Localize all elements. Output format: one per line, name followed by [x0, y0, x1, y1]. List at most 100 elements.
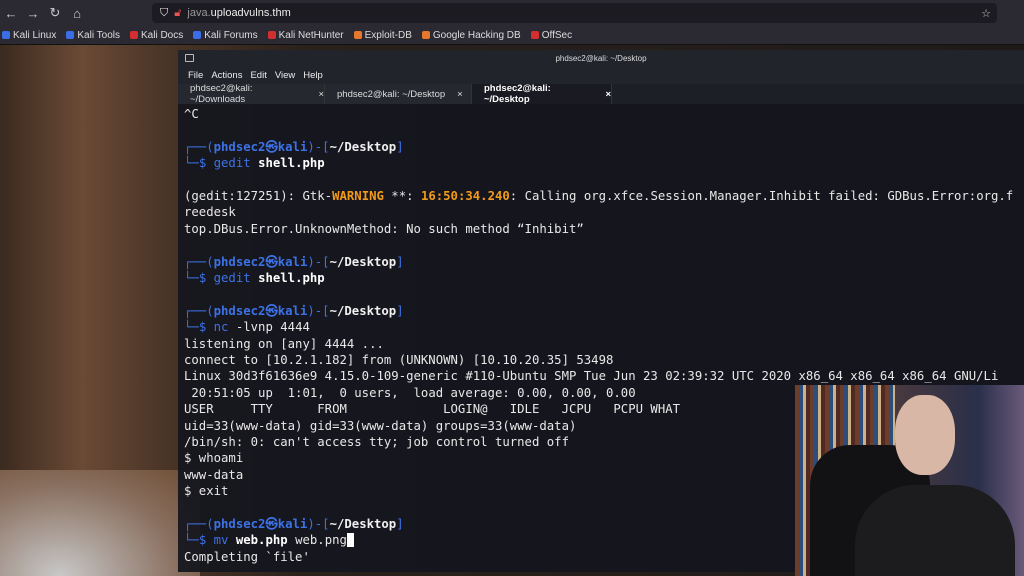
- terminal-text: (gedit:127251): Gtk-: [184, 189, 333, 203]
- terminal-text: gedit: [213, 156, 251, 171]
- terminal-text: $: [198, 156, 214, 171]
- terminal-tab[interactable]: phdsec2@kali: ~/Desktop ×: [472, 83, 612, 105]
- terminal-text: ┌──(: [184, 517, 214, 532]
- terminal-line: └─$ gedit shell.php: [184, 270, 1020, 286]
- back-icon[interactable]: ←: [0, 6, 22, 21]
- bookmark-label: Kali Linux: [13, 29, 57, 41]
- bookmark-label: Google Hacking DB: [432, 29, 521, 41]
- tab-label: phdsec2@kali: ~/Desktop: [484, 83, 551, 105]
- browser-toolbar: ← → ↻ ⌂ ⛉ 🔓︎ java.uploadvulns.thm ☆: [0, 0, 1024, 26]
- terminal-text: top.DBus.Error.UnknownMethod: No such me…: [184, 221, 584, 236]
- terminal-text: $: [198, 271, 214, 286]
- window-title: phdsec2@kali: ~/Desktop: [555, 53, 647, 63]
- terminal-text: Linux 30d3f61636e9 4.15.0-109-generic #1…: [184, 369, 999, 384]
- menu-actions[interactable]: Actions: [211, 70, 242, 81]
- terminal-text: -lvnp 4444: [228, 320, 310, 335]
- terminal-text: uid=33(www-data) gid=33(www-data) groups…: [184, 418, 577, 433]
- bookmark-star-icon[interactable]: ☆: [981, 7, 991, 20]
- url-prefix: java.: [187, 7, 211, 19]
- bookmark-item[interactable]: Kali Forums: [193, 29, 258, 41]
- address-bar[interactable]: ⛉ 🔓︎ java.uploadvulns.thm ☆: [152, 3, 997, 23]
- bookmark-label: Kali Docs: [140, 29, 184, 41]
- terminal-tab[interactable]: phdsec2@kali: ~/Desktop ×: [325, 84, 472, 104]
- terminal-line: Linux 30d3f61636e9 4.15.0-109-generic #1…: [184, 368, 1020, 384]
- terminal-text: USER TTY FROM LOGIN@ IDLE JCPU PCPU WHAT: [184, 402, 681, 417]
- terminal-text: )-[: [307, 139, 330, 154]
- menu-file[interactable]: File: [188, 70, 203, 81]
- bookmark-label: Exploit-DB: [364, 29, 412, 41]
- bookmark-favicon-icon: [129, 31, 138, 39]
- terminal-text: shell.php: [258, 156, 325, 171]
- terminal-text: )-[: [307, 254, 330, 269]
- terminal-text: 20:51:05 up 1:01, 0 users, load average:…: [184, 385, 636, 400]
- terminal-text: web.png: [287, 533, 347, 548]
- terminal-text: ~/Desktop: [329, 303, 397, 318]
- terminal-text: shell.php: [258, 271, 325, 286]
- menu-help[interactable]: Help: [303, 70, 323, 81]
- tab-bar: phdsec2@kali: ~/Downloads × phdsec2@kali: …: [178, 83, 1024, 105]
- reload-icon[interactable]: ↻: [44, 5, 66, 21]
- bookmark-favicon-icon: [421, 31, 430, 39]
- menu-view[interactable]: View: [275, 70, 295, 81]
- terminal-line: connect to [10.2.1.182] from (UNKNOWN) […: [184, 352, 1020, 368]
- bookmark-item[interactable]: Kali NetHunter: [267, 29, 344, 41]
- lock-icon[interactable]: 🔓︎: [174, 7, 181, 20]
- bookmark-item[interactable]: Kali Linux: [2, 30, 56, 41]
- terminal-text: ┌──(: [184, 139, 214, 154]
- person-head: [895, 395, 955, 475]
- terminal-text: www-data: [184, 467, 244, 482]
- terminal-text: ]: [396, 517, 404, 532]
- terminal-text: └─: [184, 533, 199, 548]
- bookmark-item[interactable]: OffSec: [530, 30, 572, 41]
- terminal-titlebar: phdsec2@kali: ~/Desktop: [178, 50, 1024, 66]
- tab-close-icon[interactable]: ×: [318, 89, 324, 100]
- terminal-text: $ exit: [184, 484, 229, 499]
- terminal-text: WARNING: [332, 189, 384, 203]
- terminal-text: ~/Desktop: [329, 254, 397, 269]
- terminal-text: └─: [184, 271, 199, 286]
- terminal-text: listening on [any] 4444 ...: [184, 336, 384, 351]
- terminal-text: web.php: [235, 533, 288, 548]
- bookmark-label: Kali Forums: [204, 29, 258, 41]
- tab-close-icon[interactable]: ×: [605, 89, 611, 100]
- forward-icon[interactable]: →: [22, 6, 44, 21]
- bookmark-item[interactable]: Google Hacking DB: [421, 29, 521, 41]
- terminal-text: phdsec2㉿kali: [213, 139, 308, 154]
- shield-icon: ⛉: [160, 6, 169, 19]
- terminal-text: ]: [396, 303, 404, 318]
- home-icon[interactable]: ⌂: [66, 6, 88, 21]
- bookmark-item[interactable]: Kali Tools: [66, 30, 120, 41]
- terminal-text: gedit: [213, 271, 251, 286]
- bookmark-label: Kali NetHunter: [278, 29, 344, 41]
- tab-close-icon[interactable]: ×: [457, 89, 463, 100]
- terminal-text: $: [198, 533, 214, 548]
- person-body: [855, 485, 1015, 576]
- bookmark-favicon-icon: [353, 31, 362, 39]
- menu-edit[interactable]: Edit: [250, 70, 266, 81]
- terminal-text: ]: [396, 139, 404, 154]
- bookmark-item[interactable]: Exploit-DB: [353, 29, 412, 41]
- terminal-text: ┌──(: [184, 254, 214, 269]
- bookmark-item[interactable]: Kali Docs: [129, 29, 184, 41]
- bookmark-label: Kali Tools: [77, 29, 120, 41]
- terminal-line: (gedit:127251): Gtk-WARNING **: 16:50:34…: [184, 188, 1020, 221]
- terminal-line: ^C: [184, 106, 1020, 122]
- webcam-overlay: [795, 385, 1024, 576]
- terminal-tab[interactable]: phdsec2@kali: ~/Downloads ×: [178, 83, 325, 105]
- terminal-text: Completing `file': [184, 549, 310, 564]
- tab-label: phdsec2@kali: ~/Downloads: [190, 83, 253, 105]
- terminal-line: ┌──(phdsec2㉿kali)-[~/Desktop]: [184, 254, 1020, 270]
- terminal-text: $ whoami: [184, 451, 244, 466]
- terminal-text: phdsec2㉿kali: [213, 517, 308, 532]
- tab-label: phdsec2@kali: ~/Desktop: [337, 88, 446, 100]
- terminal-line: └─$ nc -lvnp 4444: [184, 319, 1020, 335]
- terminal-text: 16:50:34.240: [420, 189, 510, 203]
- terminal-text: nc: [213, 320, 229, 335]
